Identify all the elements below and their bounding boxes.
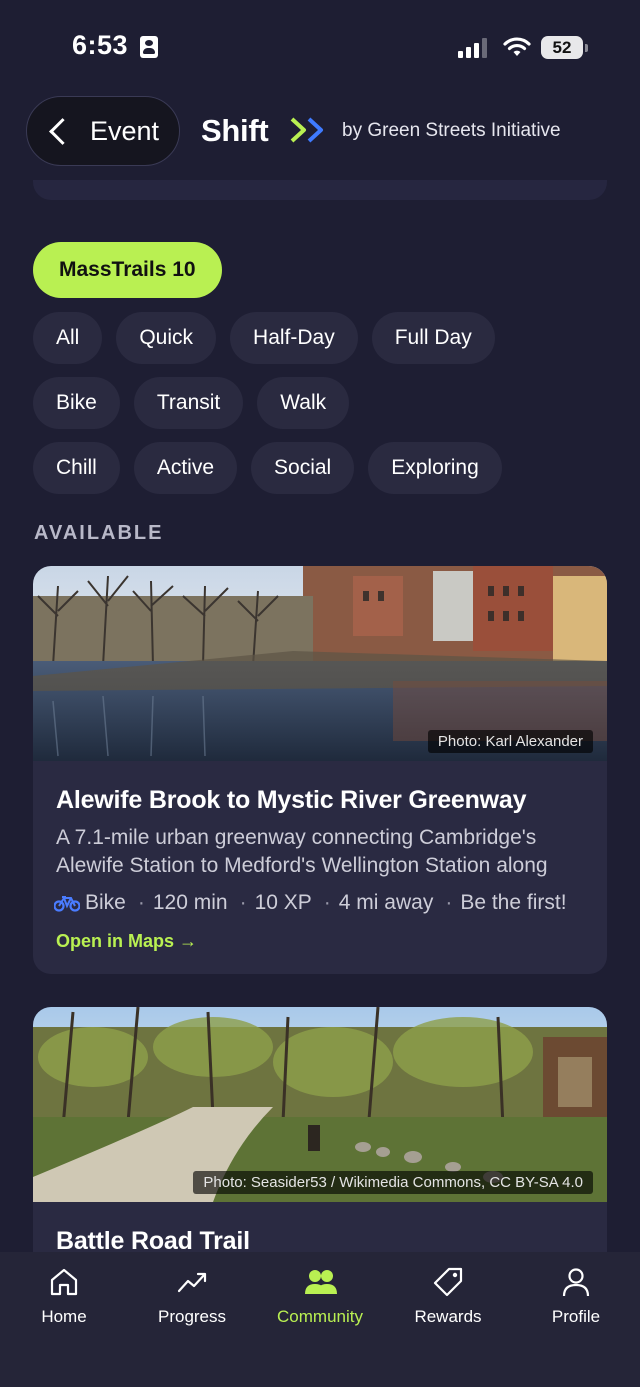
status-time: 6:53 (72, 30, 129, 60)
trail-meta: Bike · 120 min · 10 XP · 4 mi away · Be … (54, 891, 567, 915)
trend-up-icon (177, 1272, 207, 1293)
filter-chip-walk[interactable]: Walk (257, 377, 350, 429)
tab-home[interactable]: Home (0, 1252, 128, 1352)
chevron-left-icon (49, 117, 76, 145)
open-in-maps-link[interactable]: Open in Maps → (56, 931, 197, 952)
trail-photo: Photo: Karl Alexander (33, 566, 607, 761)
home-icon (50, 1268, 78, 1296)
brand-arrows-icon (290, 117, 323, 143)
cellular-signal-icon (458, 38, 490, 58)
meta-separator: · (239, 891, 247, 914)
photo-credit: Photo: Karl Alexander (427, 730, 593, 753)
trail-social: Be the first! (460, 891, 567, 914)
filter-chip-bike[interactable]: Bike (33, 377, 120, 429)
mode-filter-row: Bike Transit Walk (33, 377, 350, 429)
contact-card-icon (140, 36, 158, 58)
section-heading-available: AVAILABLE (34, 522, 164, 544)
filter-chip-half-day[interactable]: Half-Day (230, 312, 358, 364)
brand-byline: by Green Streets Initiative (342, 120, 561, 141)
filter-chip-full-day[interactable]: Full Day (371, 312, 495, 364)
tab-label: Rewards (414, 1307, 482, 1326)
tab-label: Community (277, 1307, 363, 1326)
previous-card-edge (33, 180, 607, 200)
meta-separator: · (323, 891, 331, 914)
battery-indicator: 52 (541, 36, 588, 59)
person-icon (562, 1268, 590, 1297)
trail-description: A 7.1-mile urban greenway connecting Cam… (56, 824, 596, 880)
tab-progress[interactable]: Progress (128, 1252, 256, 1352)
trail-description-line-2: Alewife Station to Medford's Wellington … (56, 854, 548, 877)
back-button[interactable]: Event (26, 96, 180, 166)
filter-chip-exploring[interactable]: Exploring (368, 442, 502, 494)
filter-chip-active[interactable]: Active (133, 442, 238, 494)
status-bar: 6:53 52 (0, 0, 640, 92)
tab-label: Home (41, 1307, 87, 1326)
trail-mode: Bike (85, 891, 126, 914)
meta-separator: · (137, 891, 145, 914)
back-button-label: Event (90, 115, 160, 146)
tab-label: Profile (551, 1307, 601, 1326)
wifi-icon (503, 37, 531, 56)
bottom-tab-bar: Home Progress Community Rewards Profile (0, 1252, 640, 1387)
trail-description-line-1: A 7.1-mile urban greenway connecting Cam… (56, 826, 537, 849)
filter-chip-masstrails[interactable]: MassTrails 10 (33, 242, 222, 298)
filter-chip-transit[interactable]: Transit (133, 377, 244, 429)
meta-separator: · (445, 891, 453, 914)
bike-icon (54, 896, 80, 912)
duration-filter-row: All Quick Half-Day Full Day (33, 312, 495, 364)
trail-duration: 120 min (152, 891, 228, 914)
trail-xp: 10 XP (254, 891, 312, 914)
tab-label: Progress (157, 1307, 227, 1326)
trail-card[interactable]: Photo: Karl Alexander Alewife Brook to M… (33, 566, 607, 974)
tab-community[interactable]: Community (256, 1252, 384, 1352)
trail-photo: Photo: Seasider53 / Wikimedia Commons, C… (33, 1007, 607, 1202)
brand-name: Shift (201, 113, 269, 148)
filter-chip-social[interactable]: Social (251, 442, 355, 494)
vibe-filter-row: Chill Active Social Exploring (33, 442, 502, 494)
filter-chip-quick[interactable]: Quick (116, 312, 217, 364)
tag-icon (433, 1267, 463, 1297)
tab-rewards[interactable]: Rewards (384, 1252, 512, 1352)
filter-chip-all[interactable]: All (33, 312, 103, 364)
tab-profile[interactable]: Profile (512, 1252, 640, 1352)
trail-distance: 4 mi away (338, 891, 434, 914)
trail-title: Alewife Brook to Mystic River Greenway (56, 786, 527, 814)
people-icon (305, 1270, 337, 1294)
filter-chip-chill[interactable]: Chill (33, 442, 120, 494)
app-header: Event Shift by Green Streets Initiative (0, 96, 640, 168)
photo-credit: Photo: Seasider53 / Wikimedia Commons, C… (193, 1171, 593, 1194)
